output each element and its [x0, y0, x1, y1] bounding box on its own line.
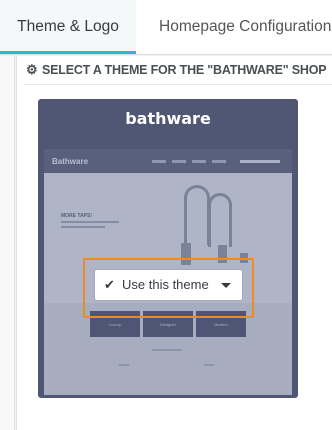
- tab-homepage-configuration[interactable]: Homepage Configuration: [159, 0, 332, 54]
- section-divider: [24, 84, 332, 85]
- theme-name: bathware: [125, 109, 211, 128]
- highlight-box: [83, 258, 254, 318]
- tab-theme-logo[interactable]: Theme & Logo: [0, 0, 136, 54]
- left-gutter: [0, 56, 15, 430]
- section-title-text: SELECT A THEME FOR THE "BATHWARE" SHOP: [42, 63, 327, 77]
- theme-card: bathware Bathware MORE TAPS! Luxury Desi…: [38, 99, 298, 398]
- tab-bar: Theme & Logo Homepage Configuration: [0, 0, 332, 55]
- section-title: ⚙ SELECT A THEME FOR THE "BATHWARE" SHOP: [26, 61, 327, 79]
- cogs-icon: ⚙: [26, 62, 38, 77]
